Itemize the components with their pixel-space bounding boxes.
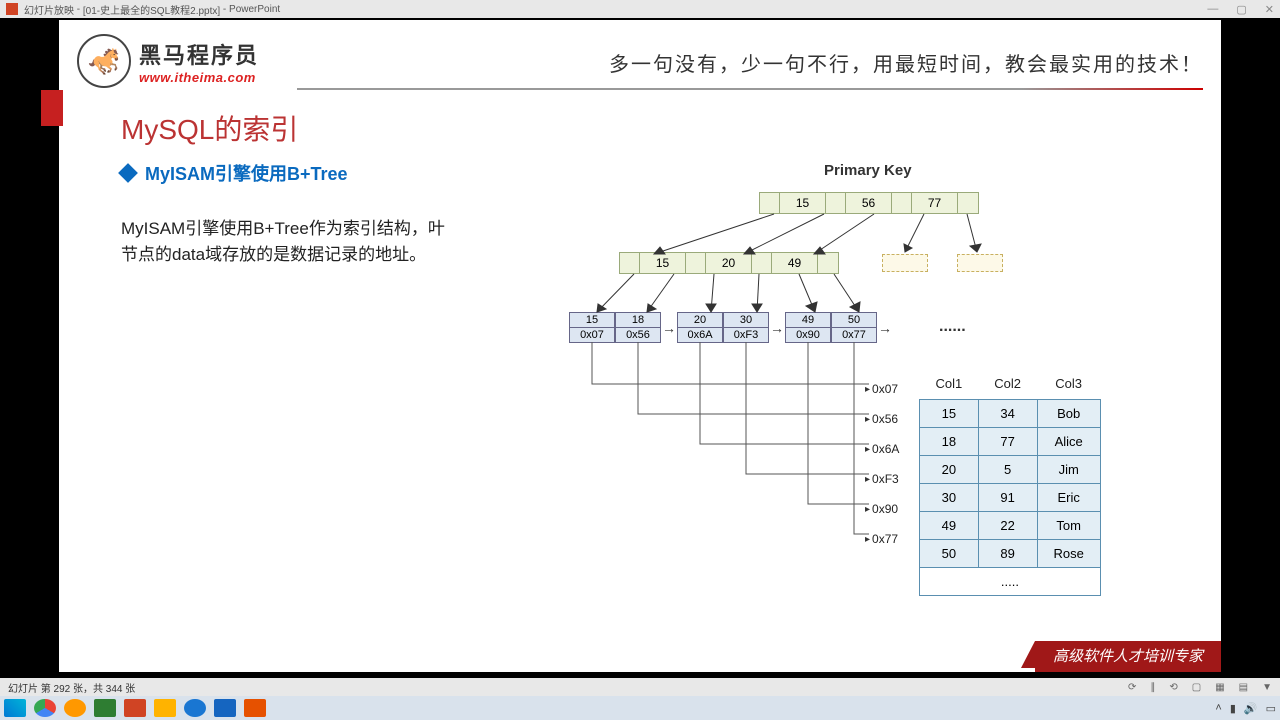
addr-lines — [569, 342, 889, 582]
status-icons: ⟳ ∥ ⟲ ▢ ▦ ▤ ▼ — [1128, 682, 1272, 693]
notification-icon[interactable]: ▭ — [1266, 702, 1276, 715]
normal-view-icon[interactable]: ▢ — [1192, 682, 1201, 693]
chrome-icon[interactable] — [34, 699, 56, 717]
app-mode: 幻灯片放映 — [24, 2, 74, 17]
slide: 🐎 黑马程序员 www.itheima.com 多一句没有，少一句不行，用最短时… — [59, 20, 1221, 672]
logo-url: www.itheima.com — [139, 70, 259, 85]
logo-icon: 🐎 — [77, 34, 131, 88]
replay-icon[interactable]: ⟲ — [1169, 682, 1177, 693]
data-table: Col1Col2Col3 1534Bob 1877Alice 205Jim 30… — [919, 370, 1101, 596]
battery-icon[interactable]: ▮ — [1230, 702, 1236, 715]
phantom-node-2 — [957, 254, 1003, 272]
logo-cn: 黑马程序员 — [139, 38, 259, 70]
slogan: 多一句没有，少一句不行，用最短时间，教会最实用的技术！ — [609, 48, 1203, 77]
red-accent — [41, 90, 63, 126]
powerpoint-taskbar-icon[interactable] — [124, 699, 146, 717]
edge-icon[interactable] — [184, 699, 206, 717]
leaf-ellipsis: ...... — [939, 318, 966, 336]
underline — [297, 88, 1203, 90]
slideshow-view-icon[interactable]: ▼ — [1262, 682, 1272, 693]
mid-node: 152049 — [619, 252, 839, 274]
file-name: [01-史上最全的SQL教程2.pptx] — [83, 2, 220, 17]
primary-key-label: Primary Key — [824, 162, 912, 179]
taskbar[interactable]: ˄ ▮ 🔊 ▭ — [0, 696, 1280, 720]
tray-up-icon[interactable]: ˄ — [1215, 702, 1221, 715]
pause-icon[interactable]: ∥ — [1150, 682, 1155, 693]
statusbar: 幻灯片 第 292 张，共 344 张 ⟳ ∥ ⟲ ▢ ▦ ▤ ▼ — [0, 678, 1280, 696]
diamond-icon — [118, 163, 138, 183]
leaf-row: 150x07 180x56 → 200x6A 300xF3 → 490x90 5… — [569, 312, 893, 343]
body-text: MyISAM引擎使用B+Tree作为索引结构，叶节点的data域存放的是数据记录… — [121, 216, 461, 267]
explorer-icon[interactable] — [154, 699, 176, 717]
close-button[interactable]: ✕ — [1265, 3, 1274, 16]
btree-diagram: Primary Key 155677 152049 150x07 180x56 … — [519, 162, 1159, 612]
app-suffix: PowerPoint — [229, 4, 280, 15]
minimize-button[interactable]: — — [1207, 3, 1218, 16]
sync-icon[interactable]: ⟳ — [1128, 682, 1136, 693]
logo: 🐎 黑马程序员 www.itheima.com — [77, 34, 259, 88]
maximize-button[interactable]: ▢ — [1236, 3, 1246, 16]
slide-area[interactable]: 🐎 黑马程序员 www.itheima.com 多一句没有，少一句不行，用最短时… — [0, 18, 1280, 678]
sorter-view-icon[interactable]: ▦ — [1215, 682, 1224, 693]
app-icon-1[interactable] — [94, 699, 116, 717]
word-icon[interactable] — [214, 699, 236, 717]
powerpoint-icon — [6, 3, 18, 15]
volume-icon[interactable]: 🔊 — [1244, 702, 1258, 715]
slide-title: MySQL的索引 — [121, 108, 298, 148]
browser-icon[interactable] — [64, 699, 86, 717]
app-icon-2[interactable] — [244, 699, 266, 717]
root-node: 155677 — [759, 192, 979, 214]
start-button[interactable] — [4, 699, 26, 717]
reading-view-icon[interactable]: ▤ — [1239, 682, 1248, 693]
address-column: 0x070x56 0x6A0xF3 0x900x77 — [865, 374, 899, 554]
subtitle: MyISAM引擎使用B+Tree — [145, 160, 348, 186]
red-footer: 高级软件人才培训专家 — [1035, 641, 1221, 672]
titlebar: 幻灯片放映 - [01-史上最全的SQL教程2.pptx] - PowerPoi… — [0, 0, 1280, 18]
subtitle-bullet: MyISAM引擎使用B+Tree — [121, 160, 348, 186]
phantom-node-1 — [882, 254, 928, 272]
slide-counter: 幻灯片 第 292 张，共 344 张 — [8, 680, 135, 695]
